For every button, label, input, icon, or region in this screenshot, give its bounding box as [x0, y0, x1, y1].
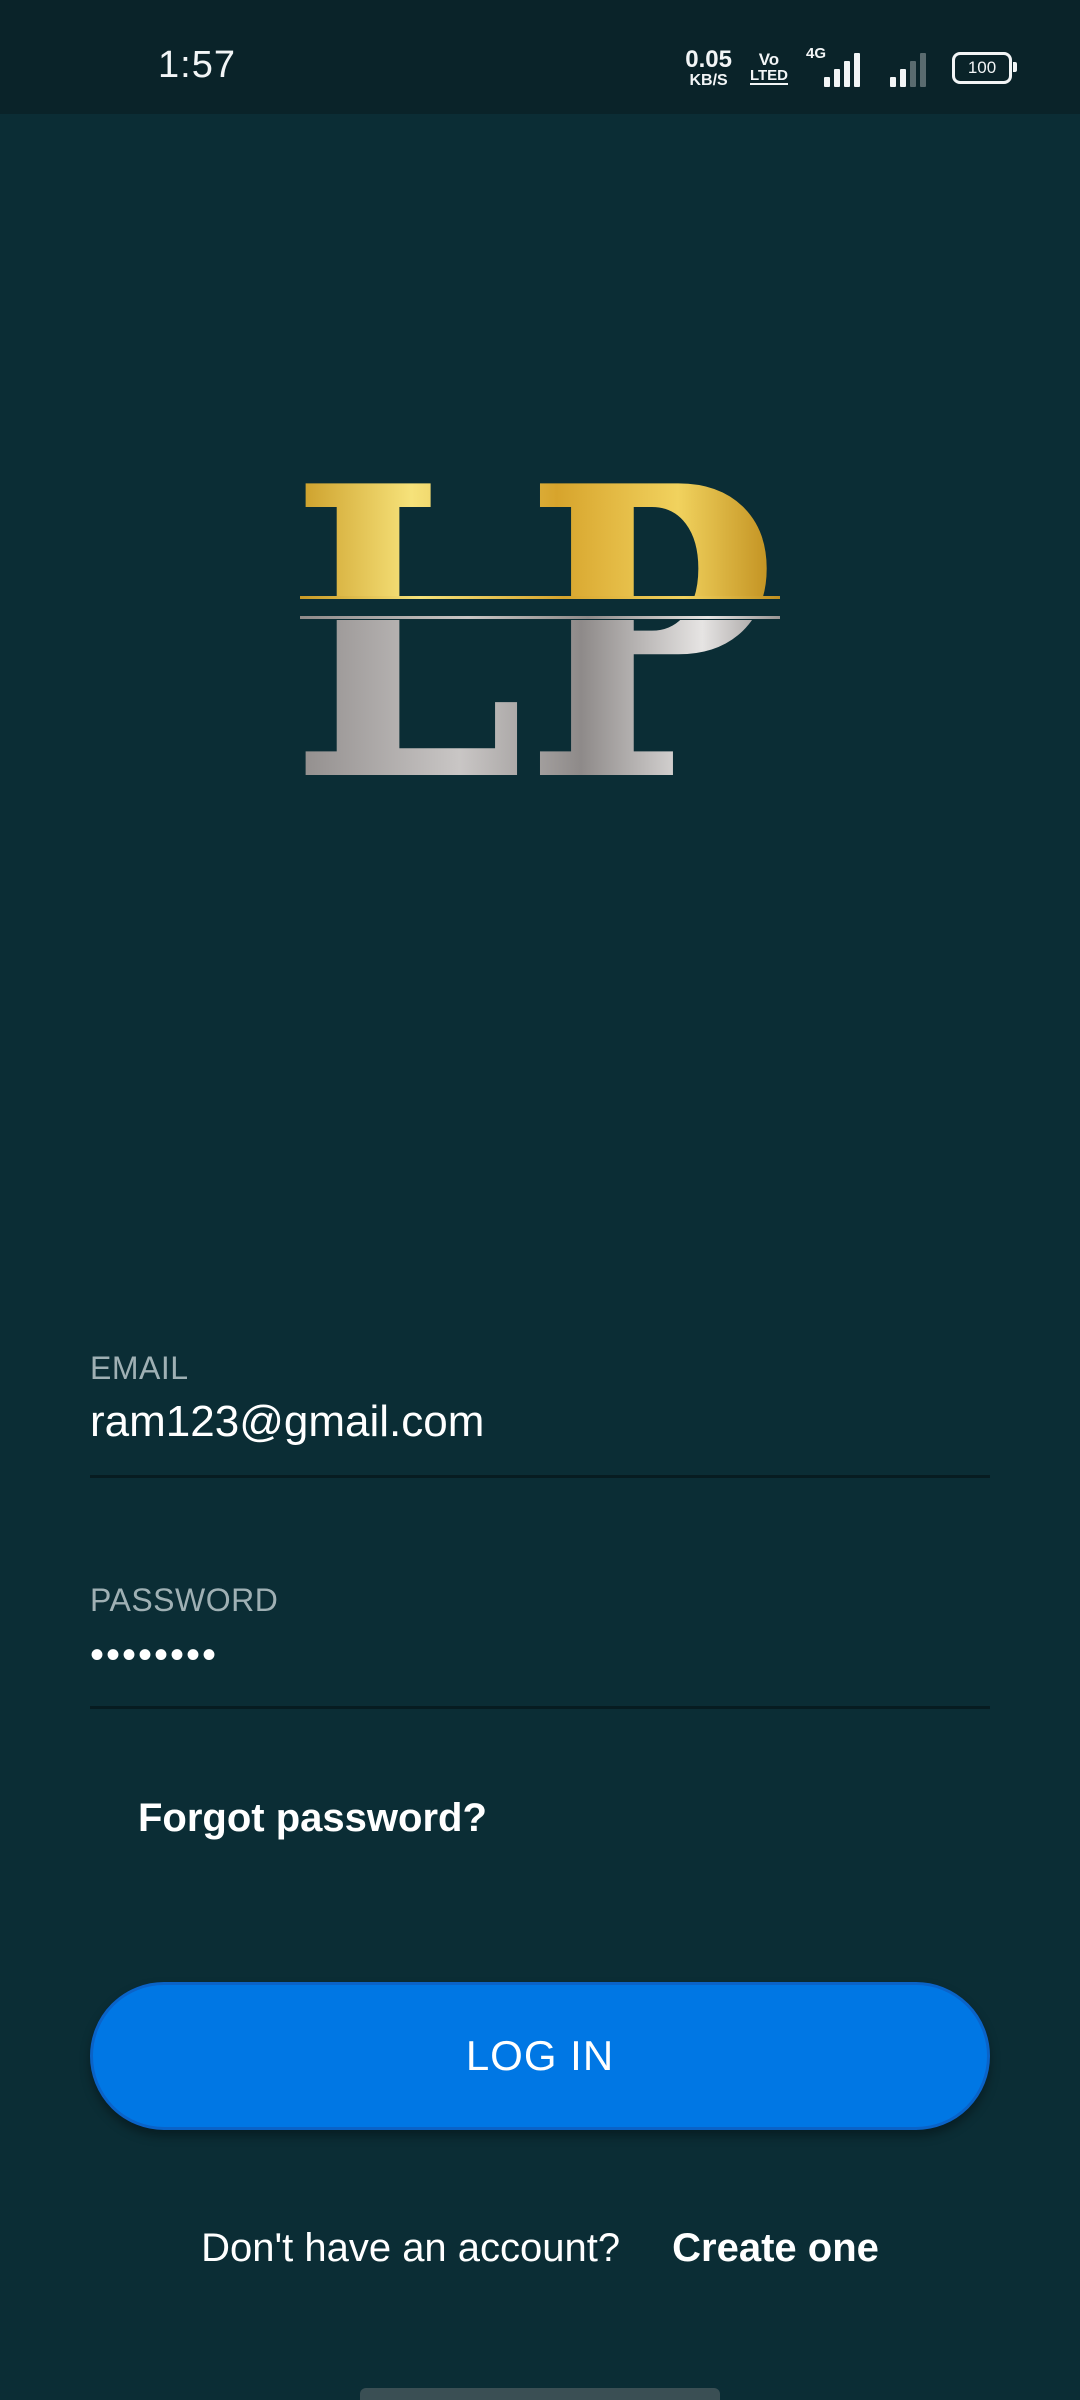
email-underline — [90, 1475, 990, 1478]
forgot-password-link[interactable]: Forgot password? — [138, 1796, 487, 1841]
volte-bottom: LTED — [749, 67, 788, 85]
signal-bar — [920, 53, 926, 87]
status-time: 1:57 — [158, 44, 236, 86]
login-button-label: LOG IN — [465, 2032, 615, 2079]
network-speed-value: 0.05 — [685, 45, 732, 73]
login-screen: 1:57 0.05 KB/S Vo LTED 4G 100 LP LP EMAI… — [0, 0, 1080, 2400]
status-bar: 1:57 0.05 KB/S Vo LTED 4G 100 — [0, 0, 1080, 114]
logo-gold-rule — [300, 596, 780, 599]
volte-icon: Vo LTED — [749, 50, 788, 85]
network-speed-unit: KB/S — [689, 71, 728, 89]
logo-silver-rule — [300, 616, 780, 619]
signal-strength-icon-sim2 — [886, 49, 930, 87]
password-field: PASSWORD — [90, 1582, 990, 1709]
network-speed-indicator: 0.05 KB/S — [685, 45, 732, 89]
signal-bar — [910, 61, 916, 87]
signal-bar — [854, 53, 860, 87]
lp-logo: LP LP — [290, 470, 790, 790]
email-label: EMAIL — [90, 1350, 189, 1386]
status-icons: 0.05 KB/S Vo LTED 4G 100 — [685, 45, 1017, 90]
signal-bar — [890, 77, 896, 87]
email-input[interactable] — [90, 1397, 990, 1447]
signup-row: Don't have an account? Create one — [0, 2226, 1080, 2271]
signup-prompt: Don't have an account? — [201, 2226, 621, 2270]
create-account-link[interactable]: Create one — [672, 2226, 879, 2271]
signal-bar — [844, 61, 850, 87]
signal-strength-icon: 4G — [806, 45, 864, 87]
password-underline — [90, 1706, 990, 1709]
password-label: PASSWORD — [90, 1582, 279, 1618]
password-input[interactable] — [90, 1633, 990, 1678]
signal-bar — [834, 69, 840, 87]
login-button[interactable]: LOG IN — [90, 1982, 990, 2130]
battery-icon: 100 — [952, 52, 1017, 84]
signal-bar — [900, 69, 906, 87]
network-type-label: 4G — [806, 45, 827, 62]
signal-bar — [824, 77, 830, 87]
email-field: EMAIL — [90, 1350, 990, 1478]
battery-level: 100 — [967, 58, 997, 77]
home-indicator[interactable] — [360, 2388, 720, 2400]
volte-top: Vo — [758, 50, 780, 69]
